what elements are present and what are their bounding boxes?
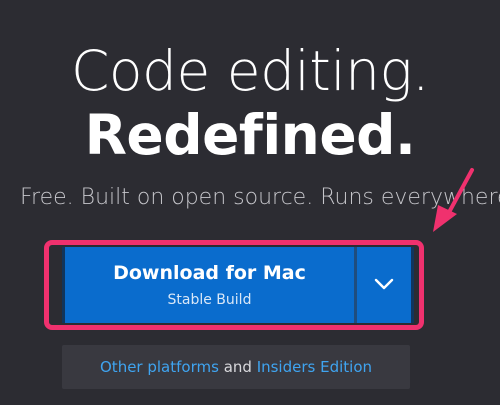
hero-section: Code editing. Redefined. Free. Built on … <box>0 0 500 405</box>
arrow-pointer-icon <box>433 168 474 232</box>
